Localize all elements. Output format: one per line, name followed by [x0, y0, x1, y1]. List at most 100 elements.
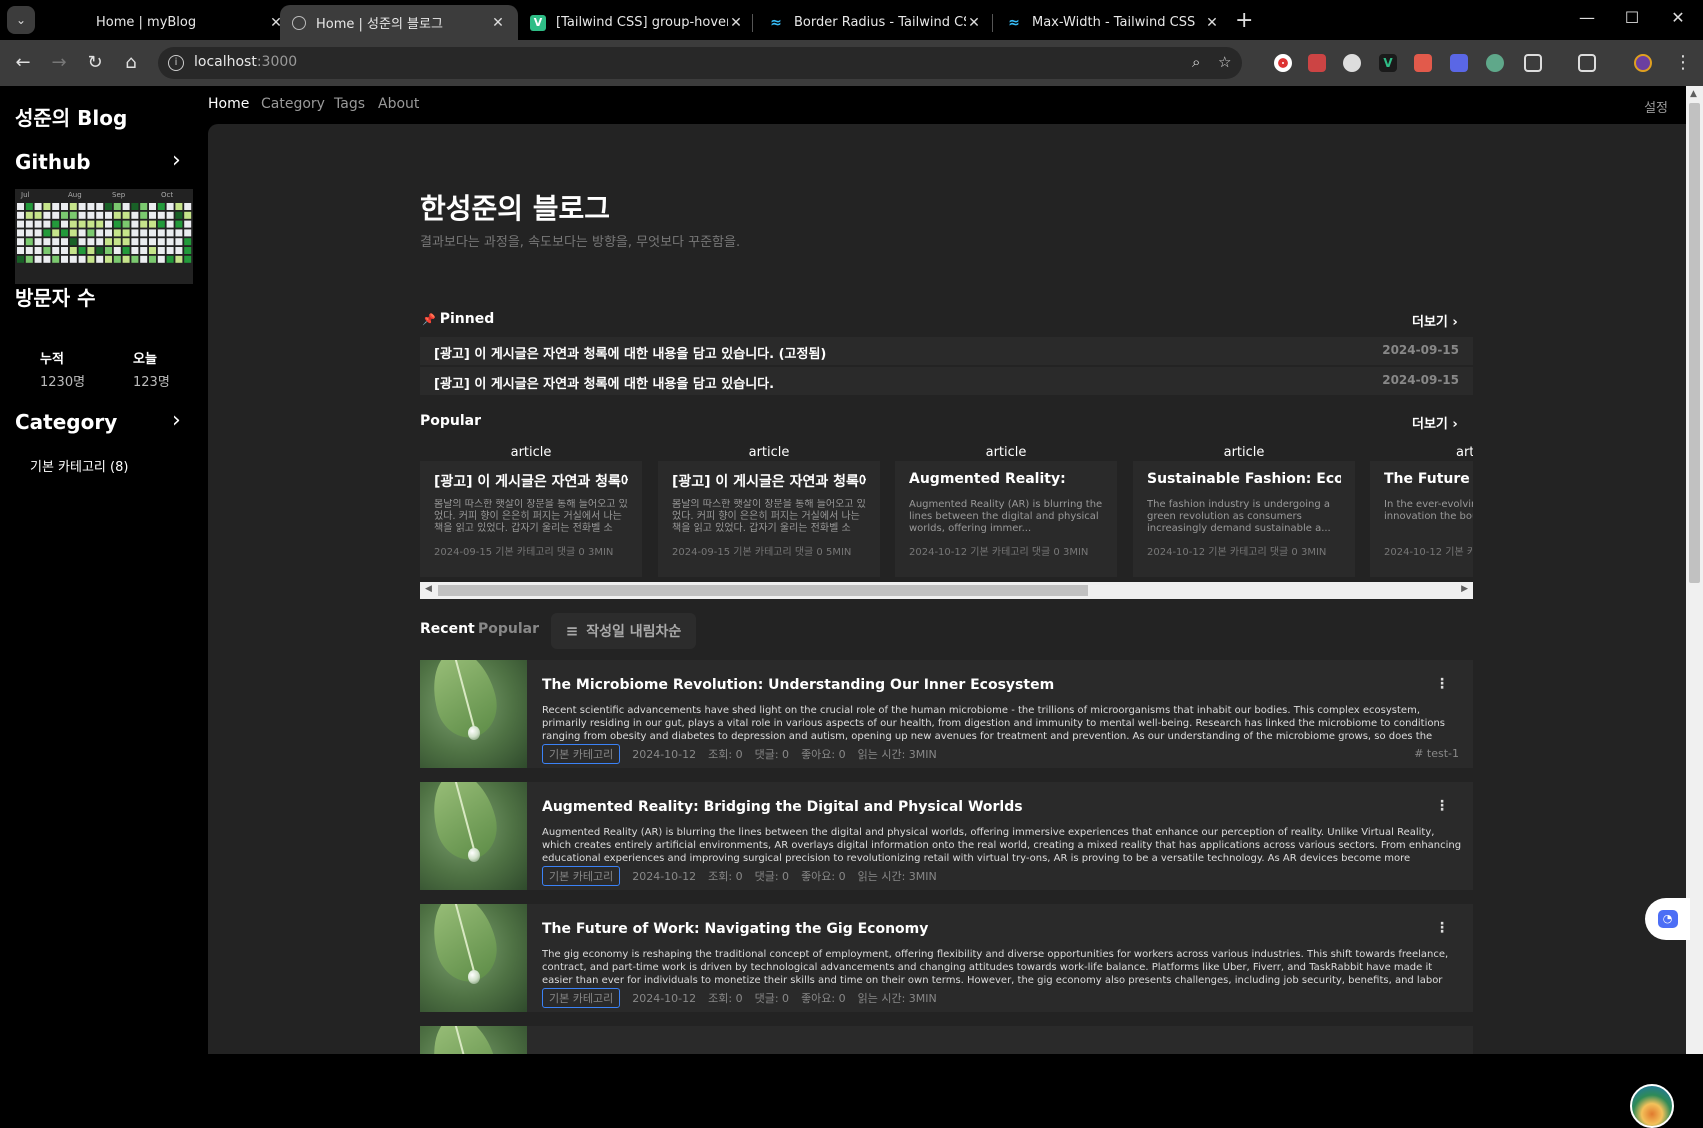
scrollbar-thumb[interactable]: [1689, 103, 1700, 583]
browser-menu-icon[interactable]: ⋮: [1672, 52, 1694, 74]
vue-devtools-icon[interactable]: V: [1379, 54, 1397, 72]
tab-search-button[interactable]: ⌄: [7, 6, 35, 34]
close-window-icon[interactable]: ✕: [1668, 8, 1688, 27]
extension-icon[interactable]: [1450, 54, 1468, 72]
close-tab-icon[interactable]: ✕: [1204, 15, 1220, 31]
popular-card[interactable]: article The Future of In the ever-evolvi…: [1370, 445, 1473, 577]
new-tab-button[interactable]: +: [1235, 8, 1253, 33]
contrib-cell: [52, 211, 60, 219]
more-options-icon[interactable]: ⋮: [1435, 676, 1449, 692]
popular-more-link[interactable]: 더보기 ›: [1412, 413, 1458, 432]
blog-brand[interactable]: 성준의 Blog: [15, 102, 127, 131]
pinned-row[interactable]: [광고] 이 게시글은 자연과 청록에 대한 내용을 담고 있습니다. (고정됨…: [420, 337, 1473, 365]
site-info-icon[interactable]: i: [168, 55, 184, 71]
nav-home[interactable]: Home: [208, 96, 249, 112]
card-excerpt: 봄날의 따스한 햇살이 창문을 통해 들어오고 있었다. 커피 향이 은은히 퍼…: [434, 499, 628, 534]
contrib-cell: [184, 255, 192, 263]
main-content: 한성준의 블로그 결과보다는 과정을, 속도보다는 방향을, 무엇보다 꾸준함을…: [208, 124, 1686, 1054]
more-options-icon[interactable]: ⋮: [1435, 798, 1449, 814]
chevron-right-icon[interactable]: ›: [172, 148, 181, 173]
card-meta: 2024-10-12 기본 카테고리 댓글 0 3MIN: [909, 547, 1089, 558]
scroll-up-icon[interactable]: ▲: [1690, 89, 1697, 99]
post-item[interactable]: Augmented Reality: Bridging the Digital …: [420, 782, 1473, 890]
popular-card[interactable]: article Sustainable Fashion: Eco- The fa…: [1133, 445, 1355, 577]
address-bar[interactable]: i localhost:3000 ⌕ ☆: [158, 47, 1242, 79]
close-tab-icon[interactable]: ✕: [728, 15, 744, 31]
card-excerpt: In the ever-evolving technology, innovat…: [1384, 499, 1473, 522]
category-badge[interactable]: 기본 카테고리: [542, 988, 621, 1008]
nav-category[interactable]: Category: [261, 96, 325, 112]
back-icon[interactable]: ←: [12, 52, 34, 74]
category-badge[interactable]: 기본 카테고리: [542, 866, 621, 886]
visitors-heading: 방문자 수: [15, 286, 96, 310]
floating-avatar-button[interactable]: [1630, 1084, 1674, 1128]
tailwind-favicon-icon: ≈: [1008, 14, 1020, 31]
category-badge[interactable]: 기본 카테고리: [542, 744, 621, 764]
post-item[interactable]: The Microbiome Revolution: Understanding…: [420, 660, 1473, 768]
sort-dropdown[interactable]: ≡ 작성일 내림차순: [551, 613, 696, 649]
popular-card[interactable]: article [광고] 이 게시글은 자연과 청록에 봄날의 따스한 햇살이 …: [420, 445, 642, 577]
extension-icon[interactable]: [1308, 54, 1326, 72]
browser-tab[interactable]: ≈ Max-Width - Tailwind CSS ✕: [994, 5, 1232, 40]
pinned-more-link[interactable]: 더보기 ›: [1412, 311, 1458, 330]
pinned-row[interactable]: [광고] 이 게시글은 자연과 청록에 대한 내용을 담고 있습니다. 2024…: [420, 367, 1473, 395]
extension-icon[interactable]: [1486, 54, 1504, 72]
contrib-cell: [131, 211, 139, 219]
home-icon[interactable]: ⌂: [120, 52, 142, 74]
settings-link[interactable]: 설정: [1644, 97, 1668, 116]
post-meta: 기본 카테고리 2024-10-12 조회: 0 댓글: 0 좋아요: 0 읽는…: [542, 866, 937, 886]
leaf-shape: [423, 782, 505, 867]
post-tag[interactable]: # test-1: [1414, 747, 1459, 760]
scrollbar-thumb[interactable]: [438, 585, 1088, 596]
browser-tab[interactable]: V [Tailwind CSS] group-hover ✕: [518, 5, 756, 40]
nav-about[interactable]: About: [378, 96, 419, 112]
tab-title: Home | myBlog: [96, 15, 197, 30]
contrib-cell: [122, 247, 130, 254]
popular-card[interactable]: article [광고] 이 게시글은 자연과 청록에 봄날의 따스한 햇살이 …: [658, 445, 880, 577]
minimize-icon[interactable]: —: [1577, 8, 1597, 27]
water-drop: [468, 726, 480, 740]
contrib-cell: [52, 255, 60, 263]
contrib-cell: [113, 203, 121, 210]
profile-avatar[interactable]: [1634, 54, 1652, 72]
contrib-cell: [34, 220, 42, 228]
contrib-cell: [61, 220, 68, 228]
floating-chat-button[interactable]: ◔: [1645, 898, 1690, 940]
chevron-right-icon[interactable]: ›: [172, 408, 181, 433]
carousel-scrollbar[interactable]: ◀ ▶: [420, 582, 1473, 599]
maximize-icon[interactable]: ☐: [1622, 8, 1642, 27]
reload-icon[interactable]: ↻: [84, 52, 106, 74]
contrib-cell: [105, 211, 112, 219]
zoom-icon[interactable]: ⌕: [1192, 53, 1200, 71]
contrib-cell: [34, 238, 42, 246]
contrib-cell: [122, 203, 130, 210]
contrib-cell: [149, 220, 156, 228]
forward-icon[interactable]: →: [48, 52, 70, 74]
tab-popular[interactable]: Popular: [478, 621, 539, 637]
extension-record-icon[interactable]: [1274, 54, 1292, 72]
contrib-cell: [149, 238, 156, 246]
popular-card[interactable]: article Augmented Reality: Augmented Rea…: [895, 445, 1117, 577]
extension-icon[interactable]: [1414, 54, 1432, 72]
close-tab-icon[interactable]: ✕: [490, 15, 506, 31]
browser-tab-active[interactable]: Home | 성준의 블로그 ✕: [280, 5, 518, 40]
scroll-right-icon[interactable]: ▶: [1461, 584, 1468, 594]
post-item[interactable]: The Future of Work: Navigating the Gig E…: [420, 904, 1473, 1012]
extensions-puzzle-icon[interactable]: [1524, 54, 1542, 72]
side-panel-icon[interactable]: [1578, 54, 1596, 72]
post-item[interactable]: [420, 1026, 1473, 1054]
contrib-cell: [34, 211, 42, 219]
bookmark-star-icon[interactable]: ☆: [1218, 53, 1231, 71]
tab-recent[interactable]: Recent: [420, 621, 475, 637]
nav-tags[interactable]: Tags: [334, 96, 365, 112]
extension-icon[interactable]: [1343, 54, 1361, 72]
contrib-cell: [52, 220, 60, 228]
browser-tab[interactable]: Home | myBlog ✕: [58, 5, 296, 40]
more-options-icon[interactable]: ⋮: [1435, 920, 1449, 936]
scroll-left-icon[interactable]: ◀: [425, 584, 432, 594]
close-tab-icon[interactable]: ✕: [966, 15, 982, 31]
sidebar-category-item[interactable]: 기본 카테고리 (8): [30, 456, 128, 475]
water-drop: [468, 970, 480, 984]
contrib-cell: [175, 211, 183, 219]
browser-tab[interactable]: ≈ Border Radius - Tailwind CSS ✕: [756, 5, 994, 40]
